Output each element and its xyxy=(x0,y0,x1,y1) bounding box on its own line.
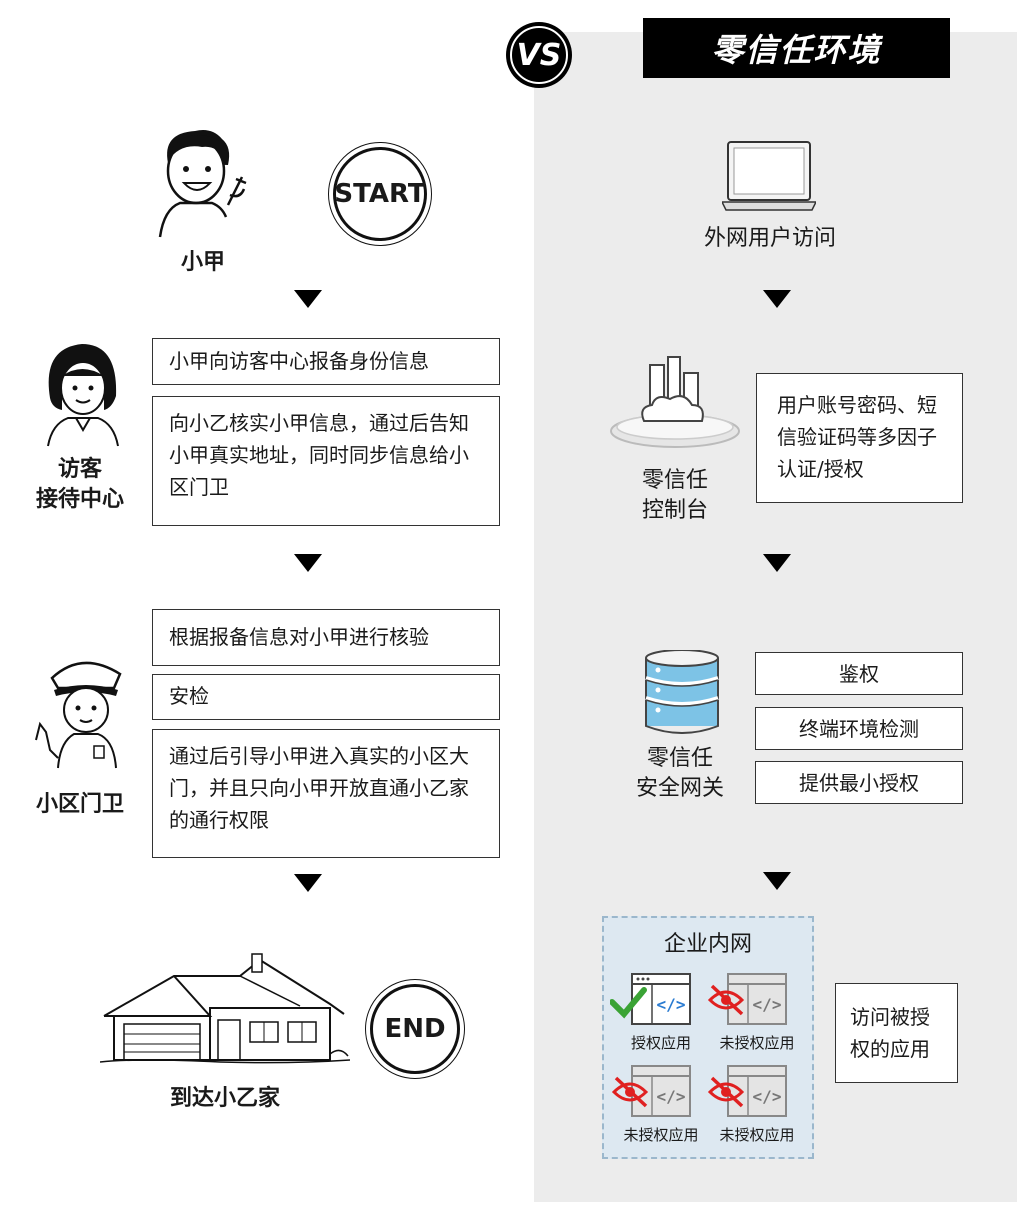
start-badge: START xyxy=(328,142,432,246)
end-badge: END xyxy=(365,979,465,1079)
user-access-label: 外网用户访问 xyxy=(703,226,836,251)
svg-text:</>: </> xyxy=(753,995,782,1014)
console-label-line2: 控制台 xyxy=(641,498,708,523)
step-grant-passage: 通过后引导小甲进入真实的小区大门，并且只向小甲开放直通小乙家的通行权限 xyxy=(152,729,500,858)
step-security-check: 安检 xyxy=(152,674,500,720)
receptionist-figure-icon xyxy=(38,338,128,448)
svg-text:</>: </> xyxy=(657,995,686,1014)
end-label: END xyxy=(384,1014,446,1044)
arrow-down-icon xyxy=(763,290,791,308)
unauthorized-app-icon: </> xyxy=(706,1064,788,1118)
app-label: 未授权应用 xyxy=(719,1034,795,1052)
xiaojia-figure-icon xyxy=(150,125,255,240)
arrow-down-icon xyxy=(294,290,322,308)
arrow-down-icon xyxy=(294,554,322,572)
gateway-item-least-privilege: 提供最小授权 xyxy=(755,761,963,804)
destination-label: 到达小乙家 xyxy=(169,1086,280,1111)
gateway-label: 零信任 安全网关 xyxy=(620,744,740,804)
vs-label: VS xyxy=(516,37,562,73)
actor-guard-label: 小区门卫 xyxy=(35,792,124,817)
app-label: 未授权应用 xyxy=(719,1126,795,1144)
step-verify-info: 向小乙核实小甲信息，通过后告知小甲真实地址，同时同步信息给小区门卫 xyxy=(152,396,500,526)
gateway-item-authz: 鉴权 xyxy=(755,652,963,695)
gateway-label-line1: 零信任 xyxy=(646,746,713,771)
gateway-label-line2: 安全网关 xyxy=(635,776,724,801)
unauthorized-app-icon: </> xyxy=(706,972,788,1026)
console-label-line1: 零信任 xyxy=(641,468,708,493)
actor-reception-line1: 访客 xyxy=(57,457,102,482)
arrow-down-icon xyxy=(763,554,791,572)
actor-reception-line2: 接待中心 xyxy=(35,487,124,512)
unauthorized-app-icon: </> xyxy=(610,1064,692,1118)
svg-text:</>: </> xyxy=(657,1087,686,1106)
cloud-console-icon xyxy=(608,355,742,450)
actor-reception-label: 访客 接待中心 xyxy=(20,455,140,515)
gateway-item-env-check: 终端环境检测 xyxy=(755,707,963,750)
authorized-app-result-box: 访问被授权的应用 xyxy=(835,983,958,1083)
svg-text:</>: </> xyxy=(753,1087,782,1106)
arrow-down-icon xyxy=(294,874,322,892)
app-label: 未授权应用 xyxy=(623,1126,699,1144)
actor-xiaojia-label: 小甲 xyxy=(180,250,225,275)
zero-trust-title: 零信任环境 xyxy=(643,18,950,78)
house-icon xyxy=(100,950,350,1075)
console-label: 零信任 控制台 xyxy=(620,466,730,526)
security-guard-figure-icon xyxy=(30,650,135,770)
console-auth-box: 用户账号密码、短信验证码等多因子认证/授权 xyxy=(756,373,963,503)
start-label: START xyxy=(334,179,426,209)
step-check-report: 根据报备信息对小甲进行核验 xyxy=(152,609,500,666)
database-gateway-icon xyxy=(644,650,720,734)
arrow-down-icon xyxy=(763,872,791,890)
intranet-title: 企业内网 xyxy=(663,932,752,957)
authorized-app-icon: </> xyxy=(610,972,692,1026)
app-label: 授权应用 xyxy=(630,1034,691,1052)
step-report-identity: 小甲向访客中心报备身份信息 xyxy=(152,338,500,385)
laptop-icon xyxy=(722,140,816,212)
vs-badge: VS xyxy=(506,22,572,88)
